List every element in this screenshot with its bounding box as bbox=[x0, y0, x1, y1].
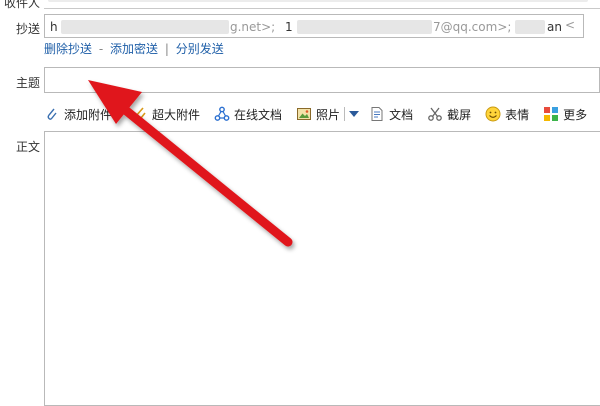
large-attach-label: 超大附件 bbox=[152, 107, 201, 122]
to-label: 收件人 bbox=[3, 0, 40, 10]
scissors-icon bbox=[428, 107, 442, 121]
cc-links: 删除抄送 - 添加密送 | 分别发送 bbox=[44, 40, 224, 57]
delete-cc-link[interactable]: 删除抄送 bbox=[44, 42, 92, 56]
subject-input[interactable] bbox=[44, 67, 600, 93]
to-recipient-blurred bbox=[48, 0, 588, 2]
screenshot-label: 截屏 bbox=[447, 107, 472, 122]
document-icon bbox=[371, 107, 383, 121]
attach-label: 添加附件 bbox=[64, 107, 113, 122]
screenshot-button[interactable]: 截屏 bbox=[427, 106, 471, 123]
large-paperclip-icon bbox=[134, 107, 146, 121]
online-doc-label: 在线文档 bbox=[234, 107, 283, 122]
separate-send-link[interactable]: 分别发送 bbox=[176, 42, 224, 56]
photo-divider bbox=[344, 107, 346, 121]
grid-more-icon bbox=[544, 107, 559, 121]
to-field[interactable] bbox=[44, 0, 600, 9]
doc-label: 文档 bbox=[389, 107, 414, 122]
links-bar: | bbox=[164, 42, 169, 56]
cc-recipient-2-start: 1 bbox=[285, 20, 293, 34]
body-label: 正文 bbox=[15, 140, 40, 154]
body-editor[interactable] bbox=[44, 131, 600, 406]
photo-label: 照片 bbox=[316, 107, 341, 122]
paperclip-icon bbox=[47, 108, 57, 120]
emoji-button[interactable]: 表情 bbox=[485, 106, 529, 123]
subject-label: 主题 bbox=[15, 76, 40, 90]
photo-dropdown-button[interactable] bbox=[349, 110, 360, 118]
cc-recipient-2-blurred bbox=[297, 20, 432, 34]
cc-recipient-2-end: 7@qq.com>; bbox=[433, 20, 512, 34]
cc-label: 抄送 bbox=[15, 22, 40, 36]
editor-toolbar: 添加附件 超大附件 在线文档 照片 文档 截屏 表情 更多 bbox=[44, 104, 600, 124]
more-button[interactable]: 更多 bbox=[543, 106, 587, 123]
cc-recipient-3-close-icon[interactable]: < bbox=[565, 18, 575, 32]
chevron-down-icon bbox=[349, 111, 360, 117]
more-label: 更多 bbox=[563, 107, 588, 122]
online-doc-button[interactable]: 在线文档 bbox=[214, 106, 282, 123]
cc-recipient-1-end: g.net>; bbox=[230, 20, 276, 34]
smiley-icon bbox=[485, 106, 501, 122]
cc-recipient-1-start: h bbox=[50, 20, 58, 34]
share-nodes-icon bbox=[214, 106, 230, 121]
add-bcc-link[interactable]: 添加密送 bbox=[110, 42, 158, 56]
photo-button[interactable]: 照片 bbox=[296, 106, 340, 123]
links-dash: - bbox=[98, 42, 104, 56]
attach-button[interactable]: 添加附件 bbox=[44, 106, 112, 123]
cc-recipient-3-blurred bbox=[515, 20, 545, 34]
cc-recipient-3-end: an bbox=[547, 20, 562, 34]
emoji-label: 表情 bbox=[505, 107, 530, 122]
cc-field[interactable]: h g.net>; 1 7@qq.com>; an < bbox=[44, 14, 584, 38]
large-attach-button[interactable]: 超大附件 bbox=[132, 106, 200, 123]
doc-button[interactable]: 文档 bbox=[369, 106, 413, 123]
cc-recipient-1-blurred bbox=[61, 20, 229, 34]
photo-icon bbox=[297, 108, 312, 120]
